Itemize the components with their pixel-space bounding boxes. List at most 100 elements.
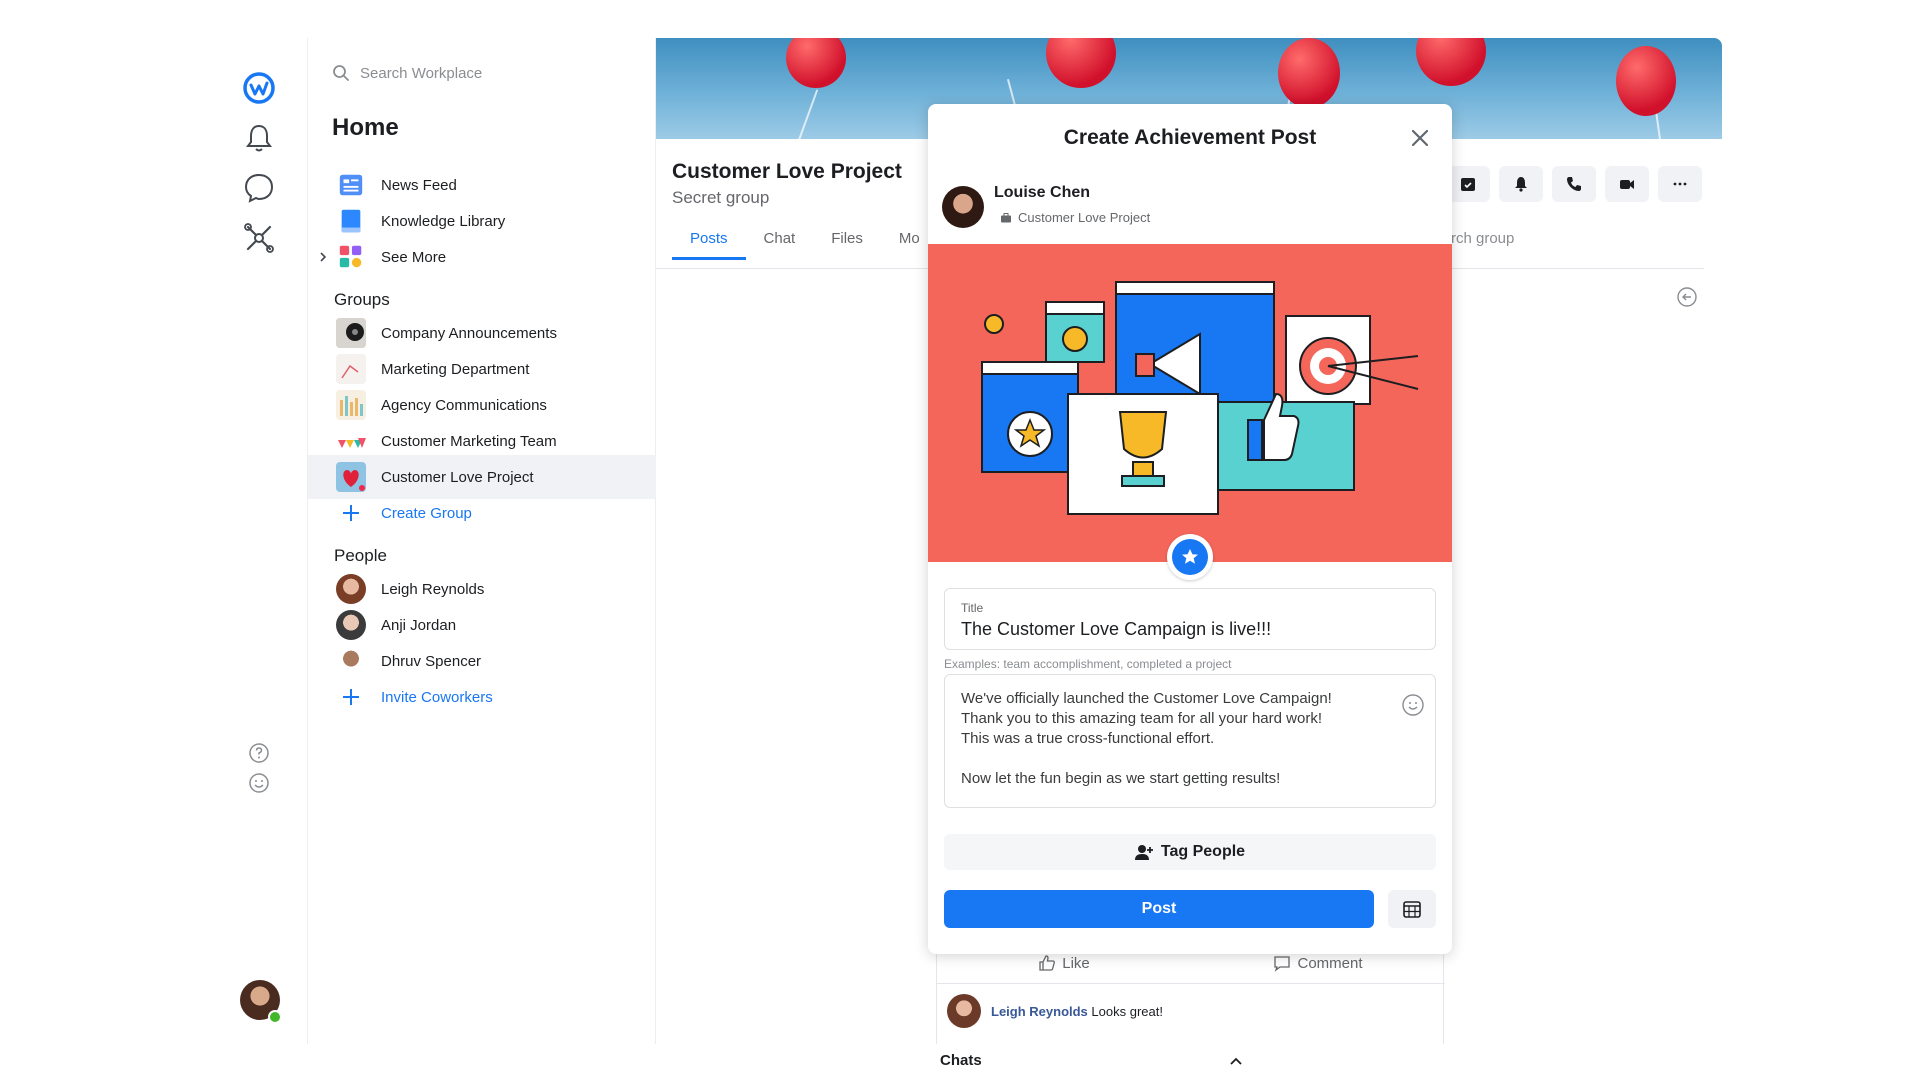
briefcase-icon bbox=[1001, 212, 1011, 222]
schedule-button[interactable] bbox=[1388, 890, 1436, 928]
tab-chat[interactable]: Chat bbox=[746, 224, 814, 260]
feedback-smile-icon[interactable] bbox=[248, 772, 270, 794]
comment-label: Comment bbox=[1297, 954, 1363, 972]
avatar bbox=[947, 994, 981, 1028]
group-thumbnail bbox=[336, 390, 366, 420]
notifications-bell-icon[interactable] bbox=[239, 118, 279, 158]
create-group-label: Create Group bbox=[381, 504, 472, 522]
post-body-field[interactable]: We've officially launched the Customer L… bbox=[944, 674, 1436, 808]
comment-text: Looks great! bbox=[1087, 1003, 1163, 1019]
people-section-title: People bbox=[334, 546, 387, 565]
like-label: Like bbox=[1062, 954, 1090, 972]
sidebar-item-label: See More bbox=[381, 248, 447, 266]
plus-icon bbox=[336, 682, 366, 712]
close-button[interactable] bbox=[1406, 124, 1434, 152]
post-body-text: We've officially launched the Customer L… bbox=[961, 690, 1332, 787]
search-group-input[interactable]: rch group bbox=[1451, 230, 1514, 247]
group-thumbnail bbox=[336, 354, 366, 384]
title-field[interactable]: Title The Customer Love Campaign is live… bbox=[944, 588, 1436, 650]
thumbs-up-icon bbox=[1039, 955, 1056, 971]
sidebar-item-label: Leigh Reynolds bbox=[381, 580, 485, 598]
add-person-icon bbox=[1134, 845, 1153, 860]
groups-section-title: Groups bbox=[334, 290, 390, 309]
search-placeholder: Search Workplace bbox=[360, 64, 483, 82]
video-camera-icon bbox=[1620, 180, 1634, 189]
invite-coworkers-button[interactable]: Invite Coworkers bbox=[308, 675, 656, 719]
achievement-artwork bbox=[981, 281, 1419, 515]
book-icon bbox=[336, 206, 366, 236]
integrations-tools-icon[interactable] bbox=[239, 218, 279, 258]
create-group-button[interactable]: Create Group bbox=[308, 491, 656, 535]
plus-icon bbox=[336, 498, 366, 528]
bell-icon bbox=[1515, 177, 1527, 192]
comment: Leigh Reynolds Looks great! bbox=[947, 994, 1163, 1028]
icon-rail bbox=[210, 38, 308, 1044]
tab-files[interactable]: Files bbox=[813, 224, 881, 260]
close-icon bbox=[1411, 129, 1429, 147]
avatar bbox=[336, 646, 366, 676]
group-tabs: Posts Chat Files Mo bbox=[672, 224, 938, 260]
online-status-indicator bbox=[268, 1010, 282, 1024]
author-group: Customer Love Project bbox=[1000, 210, 1150, 225]
chevron-right-icon[interactable] bbox=[316, 250, 330, 264]
post-button[interactable]: Post bbox=[944, 890, 1374, 928]
sidebar-item-label: Knowledge Library bbox=[381, 212, 506, 230]
star-badge-icon bbox=[1182, 549, 1198, 564]
chat-bubble-icon[interactable] bbox=[239, 168, 279, 208]
group-title: Customer Love Project bbox=[672, 160, 902, 183]
apps-icon bbox=[336, 242, 366, 272]
left-sidebar: Search Workplace Home News Feed Knowledg… bbox=[308, 38, 656, 1044]
sidebar-item-label: Anji Jordan bbox=[381, 616, 457, 634]
author-group-name: Customer Love Project bbox=[1018, 210, 1151, 225]
calendar-icon bbox=[1403, 901, 1421, 918]
group-privacy: Secret group bbox=[672, 188, 770, 207]
sidebar-item-label: Dhruv Spencer bbox=[381, 652, 482, 670]
invite-coworkers-label: Invite Coworkers bbox=[381, 688, 493, 706]
create-achievement-post-dialog: Create Achievement Post Louise Chen Cust… bbox=[928, 104, 1452, 954]
avatar bbox=[942, 186, 984, 228]
avatar bbox=[336, 574, 366, 604]
tag-people-label: Tag People bbox=[1160, 843, 1246, 860]
achievement-illustration bbox=[928, 244, 1452, 562]
sidebar-item-label: Customer Marketing Team bbox=[381, 432, 557, 450]
phone-icon bbox=[1567, 177, 1581, 191]
home-title: Home bbox=[332, 114, 399, 141]
sidebar-item-label: Customer Love Project bbox=[381, 468, 534, 486]
help-icon[interactable] bbox=[248, 742, 270, 764]
group-thumbnail bbox=[336, 462, 366, 492]
group-thumbnail bbox=[336, 318, 366, 348]
sidebar-item-label: Agency Communications bbox=[381, 396, 547, 414]
avatar bbox=[336, 610, 366, 640]
notifications-button[interactable] bbox=[1499, 166, 1543, 202]
emoji-picker-icon[interactable] bbox=[1401, 693, 1425, 717]
calendar-check-icon bbox=[1461, 178, 1475, 191]
search-icon bbox=[333, 65, 349, 81]
video-call-button[interactable] bbox=[1605, 166, 1649, 202]
comment-author[interactable]: Leigh Reynolds bbox=[991, 1004, 1088, 1019]
ellipsis-icon bbox=[1673, 182, 1687, 186]
title-field-value: The Customer Love Campaign is live!!! bbox=[961, 619, 1272, 639]
group-action-bar bbox=[1446, 166, 1702, 202]
collapse-panel-icon[interactable] bbox=[1676, 286, 1698, 308]
call-button[interactable] bbox=[1552, 166, 1596, 202]
sidebar-item-label: Company Announcements bbox=[381, 324, 557, 342]
search-workplace[interactable]: Search Workplace bbox=[332, 64, 482, 82]
more-options-button[interactable] bbox=[1658, 166, 1702, 202]
dialog-title: Create Achievement Post bbox=[1063, 126, 1317, 149]
tag-people-button[interactable]: Tag People bbox=[944, 834, 1436, 870]
tab-posts[interactable]: Posts bbox=[672, 224, 746, 260]
sidebar-item-see-more[interactable]: See More bbox=[308, 235, 656, 279]
chats-bar-title[interactable]: Chats bbox=[940, 1052, 982, 1069]
achievement-badge bbox=[1167, 534, 1213, 580]
calendar-check-button[interactable] bbox=[1446, 166, 1490, 202]
chevron-up-icon[interactable] bbox=[1228, 1054, 1244, 1070]
sidebar-item-label: Marketing Department bbox=[381, 360, 530, 378]
title-hint: Examples: team accomplishment, completed… bbox=[944, 657, 1232, 671]
sidebar-item-label: News Feed bbox=[381, 176, 457, 194]
feed-post-card: Like Comment Leigh Reynolds Looks great! bbox=[936, 942, 1445, 1044]
title-field-label: Title bbox=[961, 601, 984, 615]
news-feed-icon bbox=[336, 170, 366, 200]
workplace-logo-icon[interactable] bbox=[239, 68, 279, 108]
comment-icon bbox=[1274, 956, 1291, 972]
group-thumbnail bbox=[336, 426, 366, 456]
